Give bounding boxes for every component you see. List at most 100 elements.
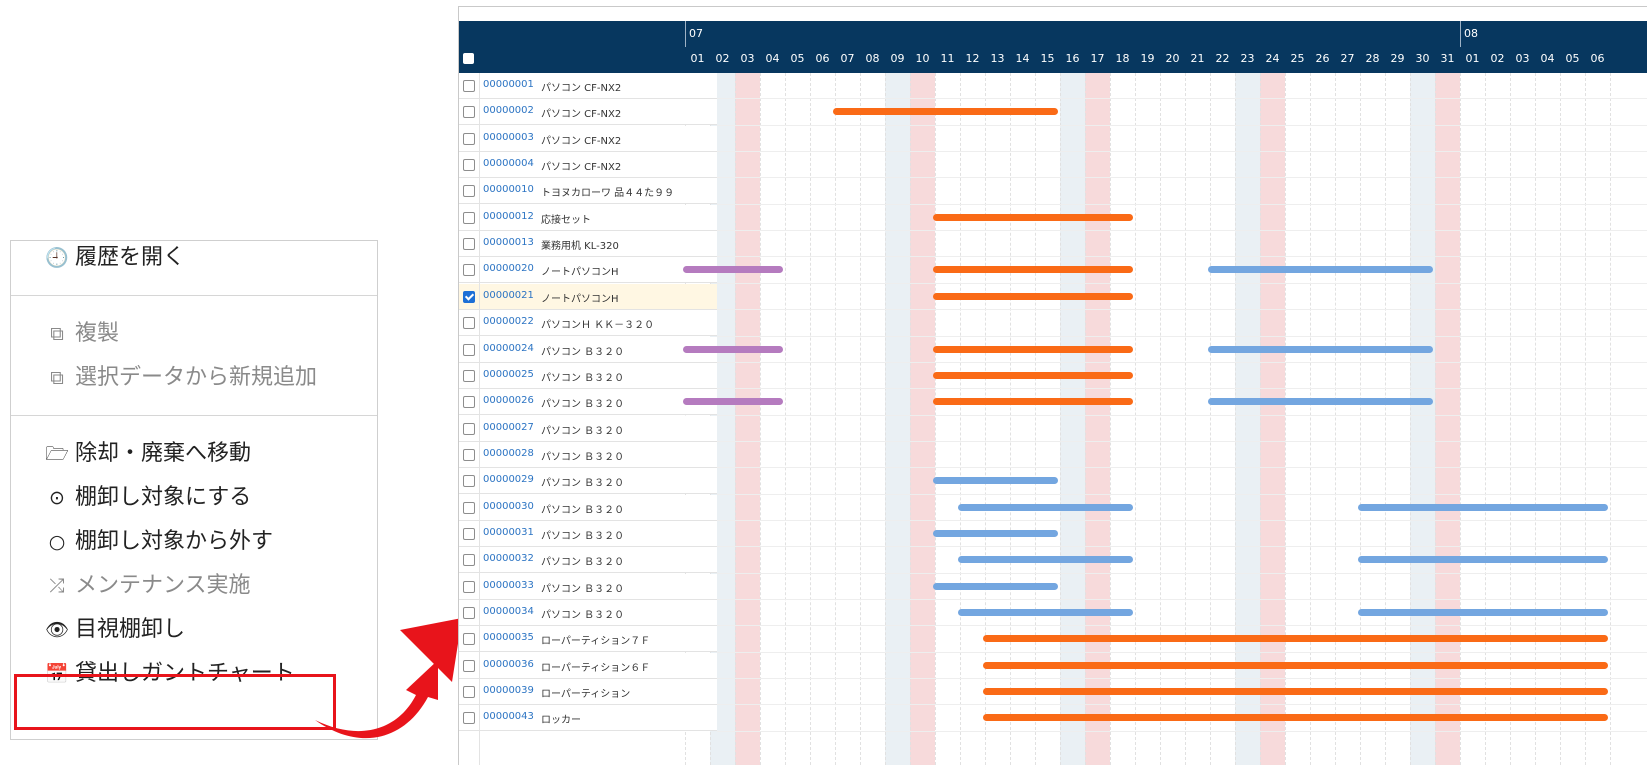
asset-id-link[interactable]: 00000039 — [483, 685, 534, 696]
asset-id-link[interactable]: 00000043 — [483, 711, 534, 722]
asset-id-link[interactable]: 00000036 — [483, 659, 534, 670]
table-row[interactable]: 00000012 応接セット — [459, 204, 717, 231]
asset-id-link[interactable]: 00000025 — [483, 369, 534, 380]
row-checkbox[interactable] — [463, 159, 475, 172]
row-checkbox[interactable] — [463, 211, 475, 224]
lending-bar-orange[interactable] — [933, 345, 1133, 353]
table-row[interactable]: 00000039 ローパーティション — [459, 679, 717, 706]
table-row[interactable]: 00000002 パソコン CF-NX2 — [459, 99, 717, 126]
row-checkbox[interactable] — [463, 686, 475, 699]
lending-bar-blue[interactable] — [933, 477, 1058, 485]
table-row[interactable]: 00000025 パソコン Ｂ３２０ — [459, 362, 717, 389]
row-checkbox[interactable] — [463, 501, 475, 514]
lending-bar-orange[interactable] — [933, 292, 1133, 300]
table-row[interactable]: 00000020 ノートパソコンH — [459, 257, 717, 284]
lending-bar-orange[interactable] — [983, 714, 1608, 722]
lending-bar-blue[interactable] — [933, 529, 1058, 537]
asset-id-link[interactable]: 00000027 — [483, 422, 534, 433]
table-row[interactable]: 00000035 ローパーティション７Ｆ — [459, 626, 717, 653]
lending-bar-orange[interactable] — [983, 688, 1608, 696]
table-row[interactable]: 00000004 パソコン CF-NX2 — [459, 152, 717, 179]
row-checkbox[interactable] — [463, 317, 475, 330]
asset-id-link[interactable]: 00000022 — [483, 316, 534, 327]
row-checkbox[interactable] — [463, 554, 475, 567]
lending-bar-blue[interactable] — [1358, 503, 1608, 511]
lending-bar-purple[interactable] — [683, 266, 783, 274]
lending-bar-orange[interactable] — [933, 398, 1133, 406]
select-all-checkbox[interactable] — [463, 53, 474, 64]
lending-bar-orange[interactable] — [933, 213, 1133, 221]
row-checkbox[interactable] — [463, 185, 475, 198]
asset-id-link[interactable]: 00000004 — [483, 158, 534, 169]
table-row[interactable]: 00000010 トヨヌカローワ 品４４た９９ — [459, 178, 717, 205]
row-checkbox[interactable] — [463, 238, 475, 251]
row-checkbox[interactable] — [463, 659, 475, 672]
asset-id-link[interactable]: 00000001 — [483, 79, 534, 90]
lending-bar-orange[interactable] — [833, 108, 1058, 116]
table-row[interactable]: 00000028 パソコン Ｂ３２０ — [459, 441, 717, 468]
table-row[interactable]: 00000027 パソコン Ｂ３２０ — [459, 415, 717, 442]
table-row[interactable]: 00000026 パソコン Ｂ３２０ — [459, 389, 717, 416]
table-row[interactable]: 00000031 パソコン Ｂ３２０ — [459, 520, 717, 547]
row-checkbox[interactable] — [463, 396, 475, 409]
asset-id-link[interactable]: 00000034 — [483, 606, 534, 617]
table-row[interactable]: 00000033 パソコン Ｂ３２０ — [459, 573, 717, 600]
row-checkbox[interactable] — [463, 422, 475, 435]
lending-bar-blue[interactable] — [1208, 398, 1433, 406]
lending-bar-blue[interactable] — [1208, 266, 1433, 274]
row-checkbox[interactable] — [463, 633, 475, 646]
asset-id-link[interactable]: 00000031 — [483, 527, 534, 538]
asset-id-link[interactable]: 00000012 — [483, 211, 534, 222]
row-checkbox[interactable] — [463, 132, 475, 145]
table-row[interactable]: 00000021 ノートパソコンH — [459, 283, 717, 310]
table-row[interactable]: 00000013 業務用机 KL-320 — [459, 231, 717, 258]
row-checkbox[interactable] — [463, 580, 475, 593]
lending-bar-purple[interactable] — [683, 398, 783, 406]
lending-bar-orange[interactable] — [933, 266, 1133, 274]
asset-id-link[interactable]: 00000003 — [483, 132, 534, 143]
table-row[interactable]: 00000022 パソコンＨ ＫＫ－３２０ — [459, 310, 717, 337]
row-checkbox[interactable] — [463, 343, 475, 356]
lending-bar-blue[interactable] — [933, 582, 1058, 590]
asset-id-link[interactable]: 00000021 — [483, 290, 534, 301]
asset-id-link[interactable]: 00000033 — [483, 580, 534, 591]
table-row[interactable]: 00000001 パソコン CF-NX2 — [459, 73, 717, 99]
table-row[interactable]: 00000032 パソコン Ｂ３２０ — [459, 547, 717, 574]
lending-bar-blue[interactable] — [1358, 556, 1608, 564]
lending-bar-blue[interactable] — [1208, 345, 1433, 353]
row-checkbox[interactable] — [463, 264, 475, 277]
asset-id-link[interactable]: 00000024 — [483, 343, 534, 354]
row-checkbox[interactable] — [463, 106, 475, 119]
table-row[interactable]: 00000024 パソコン Ｂ３２０ — [459, 336, 717, 363]
asset-id-link[interactable]: 00000032 — [483, 553, 534, 564]
asset-id-link[interactable]: 00000029 — [483, 474, 534, 485]
asset-id-link[interactable]: 00000020 — [483, 263, 534, 274]
asset-id-link[interactable]: 00000026 — [483, 395, 534, 406]
lending-bar-blue[interactable] — [958, 503, 1133, 511]
table-row[interactable]: 00000029 パソコン Ｂ３２０ — [459, 468, 717, 495]
asset-id-link[interactable]: 00000002 — [483, 105, 534, 116]
asset-id-link[interactable]: 00000030 — [483, 501, 534, 512]
asset-id-link[interactable]: 00000013 — [483, 237, 534, 248]
table-row[interactable]: 00000036 ローパーティション６Ｆ — [459, 652, 717, 679]
row-checkbox[interactable] — [463, 80, 475, 92]
table-row[interactable]: 00000003 パソコン CF-NX2 — [459, 125, 717, 152]
row-checkbox[interactable] — [463, 712, 475, 725]
row-checkbox[interactable] — [463, 607, 475, 619]
row-checkbox[interactable] — [463, 369, 475, 382]
lending-bar-purple[interactable] — [683, 345, 783, 353]
asset-id-link[interactable]: 00000028 — [483, 448, 534, 459]
lending-bar-blue[interactable] — [1358, 609, 1608, 616]
row-checkbox[interactable] — [463, 448, 475, 461]
lending-bar-orange[interactable] — [983, 661, 1608, 669]
lending-bar-blue[interactable] — [958, 609, 1133, 616]
asset-id-link[interactable]: 00000035 — [483, 632, 534, 643]
table-row[interactable]: 00000034 パソコン Ｂ３２０ — [459, 600, 717, 626]
row-checkbox[interactable] — [463, 527, 475, 540]
table-row[interactable]: 00000043 ロッカー — [459, 705, 717, 732]
asset-id-link[interactable]: 00000010 — [483, 184, 534, 195]
lending-bar-blue[interactable] — [958, 556, 1133, 564]
lending-bar-orange[interactable] — [983, 635, 1608, 643]
table-row[interactable]: 00000030 パソコン Ｂ３２０ — [459, 494, 717, 521]
row-checkbox[interactable] — [463, 475, 475, 488]
